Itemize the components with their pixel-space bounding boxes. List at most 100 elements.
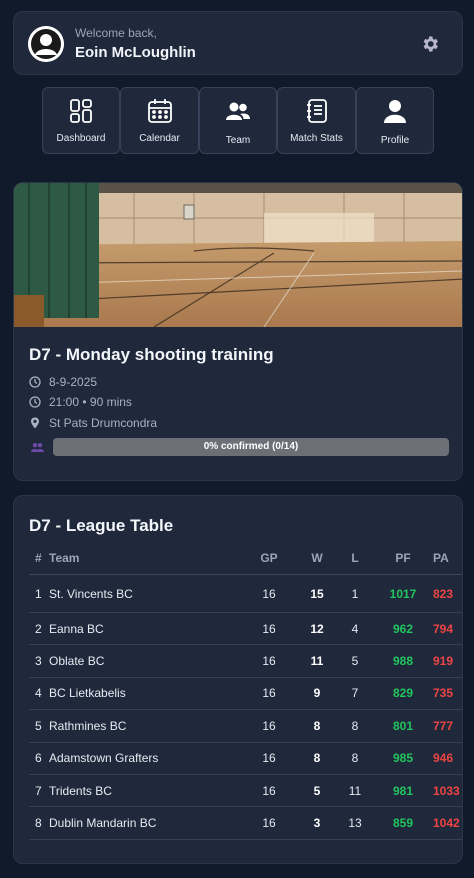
- calendar-icon: [147, 99, 172, 123]
- nav-team-button[interactable]: Team: [199, 87, 277, 154]
- wins: 8: [313, 718, 321, 733]
- nav-dashboard-button[interactable]: Dashboard: [42, 87, 120, 154]
- wins: 5: [313, 783, 321, 798]
- team-name: Oblate BC: [49, 654, 105, 669]
- losses: 1: [351, 586, 359, 601]
- gear-icon[interactable]: [420, 34, 440, 54]
- nav-calendar-button[interactable]: Calendar: [120, 87, 199, 154]
- confirmation-progress-bar: 0% confirmed (0/14): [53, 438, 449, 456]
- event-time: 21:00 • 90 mins: [49, 395, 132, 409]
- games-played: 16: [262, 654, 276, 669]
- points-for: 981: [392, 783, 414, 798]
- table-row[interactable]: 4 BC Lietkabelis 16 9 7 829 735: [29, 678, 462, 711]
- welcome-header: Welcome back, Eoin McLoughlin: [13, 11, 463, 75]
- points-for: 988: [392, 654, 414, 669]
- wins: 11: [310, 654, 324, 669]
- column-header-team: Team: [49, 550, 80, 565]
- table-row[interactable]: 2 Eanna BC 16 12 4 962 794: [29, 613, 462, 646]
- dashboard-icon: [70, 99, 92, 123]
- losses: 7: [351, 686, 359, 701]
- column-header-l: L: [351, 550, 359, 565]
- table-header-row: # Team GP W L PF PA: [29, 541, 462, 575]
- points-for: 985: [392, 751, 414, 766]
- team-rank: 8: [35, 816, 42, 831]
- points-against: 794: [433, 621, 454, 636]
- league-table-card: D7 - League Table # Team GP W L PF PA 1 S…: [13, 495, 463, 864]
- points-against: 1033: [433, 783, 460, 798]
- games-played: 16: [262, 751, 276, 766]
- column-header-w: W: [311, 550, 323, 565]
- table-row[interactable]: 3 Oblate BC 16 11 5 988 919: [29, 645, 462, 678]
- team-name: Rathmines BC: [49, 718, 127, 733]
- team-name: Dublin Mandarin BC: [49, 816, 157, 831]
- losses: 8: [351, 718, 359, 733]
- points-against: 946: [433, 751, 454, 766]
- user-avatar-icon: [28, 26, 64, 62]
- nav-calendar-label: Calendar: [139, 133, 180, 144]
- wins: 9: [313, 686, 321, 701]
- table-row[interactable]: 1 St. Vincents BC 16 15 1 1017 823: [29, 575, 462, 613]
- attendees-icon: [31, 443, 44, 452]
- league-table-title: D7 - League Table: [29, 516, 174, 535]
- points-for: 859: [392, 816, 414, 831]
- nav-profile-button[interactable]: Profile: [356, 87, 434, 154]
- column-header-pa: PA: [433, 550, 449, 565]
- match-stats-icon: [306, 99, 327, 123]
- games-played: 16: [262, 686, 276, 701]
- clock-icon: [29, 396, 41, 408]
- wins: 8: [313, 751, 321, 766]
- team-name: Tridents BC: [49, 783, 112, 798]
- losses: 8: [351, 751, 359, 766]
- profile-icon: [384, 100, 406, 123]
- event-location-row: St Pats Drumcondra: [29, 416, 157, 430]
- games-played: 16: [262, 621, 276, 636]
- games-played: 16: [262, 586, 276, 601]
- team-name: Adamstown Grafters: [49, 751, 159, 766]
- points-against: 1042: [433, 816, 460, 831]
- points-for: 829: [392, 686, 414, 701]
- event-time-row: 21:00 • 90 mins: [29, 395, 132, 409]
- column-header-pf: PF: [395, 550, 411, 565]
- team-icon: [226, 102, 250, 120]
- team-rank: 4: [35, 686, 42, 701]
- nav-match-stats-label: Match Stats: [290, 133, 343, 144]
- points-against: 919: [433, 654, 454, 669]
- team-rank: 5: [35, 718, 42, 733]
- team-rank: 7: [35, 783, 42, 798]
- nav-team-label: Team: [225, 135, 251, 146]
- nav-dashboard-label: Dashboard: [56, 133, 106, 144]
- table-row[interactable]: 7 Tridents BC 16 5 11 981 1033: [29, 775, 462, 808]
- games-played: 16: [262, 783, 276, 798]
- table-row[interactable]: 5 Rathmines BC 16 8 8 801 777: [29, 710, 462, 743]
- column-header-gp: GP: [260, 550, 278, 565]
- losses: 5: [351, 654, 359, 669]
- team-name: Eanna BC: [49, 621, 104, 636]
- wins: 3: [313, 816, 321, 831]
- points-for: 962: [392, 621, 414, 636]
- wins: 15: [310, 586, 324, 601]
- column-header-rank: #: [35, 550, 42, 565]
- quick-nav: Dashboard Calendar Team Match Stats Prof…: [42, 87, 434, 154]
- clock-icon: [29, 376, 41, 388]
- team-rank: 6: [35, 751, 42, 766]
- team-name: BC Lietkabelis: [49, 686, 126, 701]
- event-title: D7 - Monday shooting training: [29, 345, 274, 364]
- event-date-row: 8-9-2025: [29, 375, 97, 389]
- welcome-text: Welcome back,: [75, 26, 157, 40]
- event-date: 8-9-2025: [49, 375, 98, 389]
- points-for: 1017: [389, 586, 417, 601]
- losses: 4: [351, 621, 359, 636]
- nav-match-stats-button[interactable]: Match Stats: [277, 87, 356, 154]
- event-card[interactable]: D7 - Monday shooting training 8-9-2025 2…: [13, 182, 463, 481]
- team-rank: 3: [35, 654, 42, 669]
- avatar[interactable]: [28, 26, 64, 62]
- location-pin-icon: [31, 417, 39, 429]
- table-row[interactable]: 8 Dublin Mandarin BC 16 3 13 859 1042: [29, 807, 462, 840]
- wins: 12: [310, 621, 324, 636]
- confirmation-progress-text: 0% confirmed (0/14): [203, 441, 299, 452]
- points-against: 823: [433, 586, 454, 601]
- points-against: 735: [433, 686, 454, 701]
- team-name: St. Vincents BC: [49, 586, 133, 601]
- table-row[interactable]: 6 Adamstown Grafters 16 8 8 985 946: [29, 743, 462, 775]
- losses: 13: [348, 816, 362, 831]
